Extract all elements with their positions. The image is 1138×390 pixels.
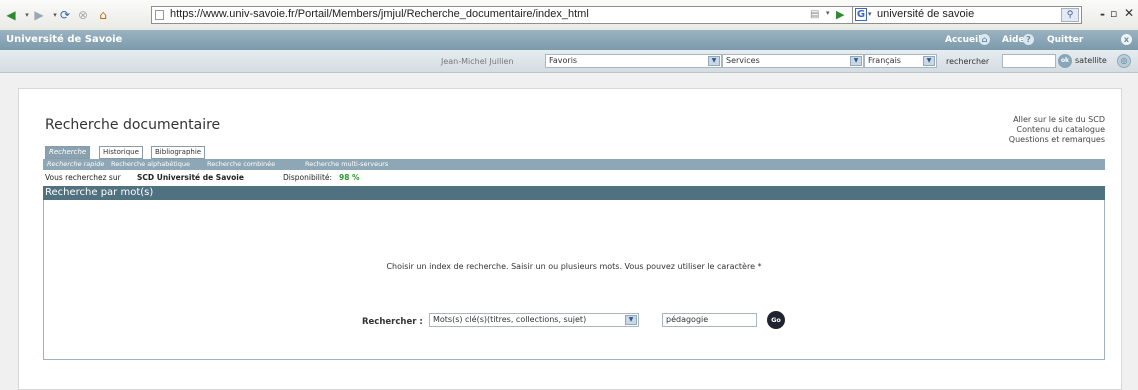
home-icon[interactable]: ⌂ — [979, 34, 990, 45]
dispo-value: 98 % — [339, 173, 360, 182]
go-icon[interactable]: ▶ — [836, 8, 844, 21]
link-site-scd[interactable]: Aller sur le site du SCD — [1013, 115, 1105, 124]
chevron-down-icon[interactable]: ▼ — [923, 56, 935, 66]
rss-icon[interactable]: ▤ — [810, 9, 819, 20]
catalog-name: SCD Université de Savoie — [137, 173, 244, 182]
dispo-label: Disponibilité: — [283, 173, 333, 182]
language-select[interactable]: Français ▼ — [864, 54, 937, 68]
index-select[interactable]: Mots(s) clé(s)(titres, collections, suje… — [429, 313, 639, 327]
status-prefix: Vous recherchez sur — [45, 173, 121, 182]
url-text: https://www.univ-savoie.fr/Portail/Membe… — [170, 8, 589, 20]
site-header: Université de Savoie Accueil ⌂ Aide ? Qu… — [0, 30, 1138, 50]
satellite-link[interactable]: satellite — [1075, 56, 1107, 65]
home-icon[interactable]: ⌂ — [96, 8, 110, 22]
browser-toolbar: ◀ ▾ ▶ ▾ ⟳ ⊗ ⌂ https://www.univ-savoie.fr… — [0, 0, 1138, 31]
language-label: Français — [868, 56, 901, 65]
help-icon[interactable]: ? — [1023, 34, 1034, 45]
web-search-box[interactable]: G ▾ université de savoie ⚲ — [852, 6, 1082, 24]
rechercher-label: rechercher — [946, 57, 990, 66]
tab-bibliographie[interactable]: Bibliographie — [151, 146, 206, 159]
reload-icon[interactable]: ⟳ — [58, 8, 72, 22]
url-dropdown-icon[interactable]: ▾ — [826, 9, 830, 17]
satellite-icon[interactable]: ◎ — [1117, 54, 1131, 68]
link-contenu-catalogue[interactable]: Contenu du catalogue — [1016, 125, 1105, 134]
site-title[interactable]: Université de Savoie — [6, 34, 122, 45]
site-search-input[interactable] — [1002, 54, 1056, 68]
page-icon — [155, 10, 164, 20]
index-selected-value: Mots(s) clé(s)(titres, collections, suje… — [433, 315, 587, 324]
favoris-select[interactable]: Favoris ▼ — [545, 54, 722, 68]
page-title: Recherche documentaire — [45, 117, 221, 133]
section-header: Recherche par mot(s) — [43, 186, 1105, 200]
engine-dropdown-icon[interactable]: ▾ — [868, 10, 872, 18]
subtab-recherche-multi-serveurs[interactable]: Recherche multi-serveurs — [305, 160, 388, 168]
main-panel: Recherche documentaire Aller sur le site… — [18, 88, 1122, 390]
subtab-recherche-rapide[interactable]: Recherche rapide — [47, 160, 104, 168]
back-icon[interactable]: ◀ — [4, 8, 18, 22]
quit-icon[interactable]: x — [1121, 34, 1132, 45]
tab-recherche[interactable]: Recherche — [45, 146, 91, 159]
user-bar: Jean-Michel Jullien Favoris ▼ Services ▼… — [0, 50, 1138, 73]
link-questions-remarques[interactable]: Questions et remarques — [1009, 135, 1105, 144]
quitter-link[interactable]: Quitter — [1047, 35, 1083, 45]
chevron-down-icon[interactable]: ▼ — [708, 56, 720, 66]
accueil-link[interactable]: Accueil — [945, 35, 981, 45]
web-search-button[interactable]: ⚲ — [1061, 8, 1079, 22]
subtab-recherche-alphabetique[interactable]: Recherche alphabétique — [111, 160, 190, 168]
services-select[interactable]: Services ▼ — [722, 54, 864, 68]
ok-button[interactable]: ok — [1058, 54, 1072, 68]
go-button[interactable]: Go — [767, 311, 785, 329]
web-search-input[interactable]: université de savoie — [877, 8, 974, 20]
minimize-icon[interactable]: ‑ — [1100, 7, 1105, 21]
stop-icon[interactable]: ⊗ — [76, 8, 90, 22]
search-content: Choisir un index de recherche. Saisir un… — [43, 200, 1105, 360]
query-input[interactable]: pédagogie — [662, 313, 757, 327]
tab-historique[interactable]: Historique — [99, 146, 143, 159]
forward-icon[interactable]: ▶ — [32, 8, 46, 22]
section-title: Recherche par mot(s) — [45, 187, 154, 198]
instructions-text: Choisir un index de recherche. Saisir un… — [386, 262, 762, 271]
user-name: Jean-Michel Jullien — [441, 57, 514, 66]
subtab-recherche-combinee[interactable]: Recherche combinée — [207, 160, 275, 168]
services-label: Services — [726, 56, 760, 65]
chevron-down-icon[interactable]: ▼ — [850, 56, 862, 66]
aide-link[interactable]: Aide — [1002, 35, 1025, 45]
restore-icon[interactable]: ▫ — [1110, 7, 1117, 20]
google-icon[interactable]: G — [855, 8, 867, 21]
search-label: Rechercher : — [362, 317, 423, 327]
favoris-label: Favoris — [549, 56, 578, 65]
address-bar[interactable]: https://www.univ-savoie.fr/Portail/Membe… — [151, 6, 953, 24]
chevron-down-icon[interactable]: ▼ — [625, 315, 637, 325]
status-line: Vous recherchez sur SCD Université de Sa… — [43, 172, 1105, 184]
close-window-icon[interactable]: ✕ — [1124, 6, 1134, 20]
subtabs-bar: Recherche rapide Recherche alphabétique … — [43, 159, 1105, 170]
